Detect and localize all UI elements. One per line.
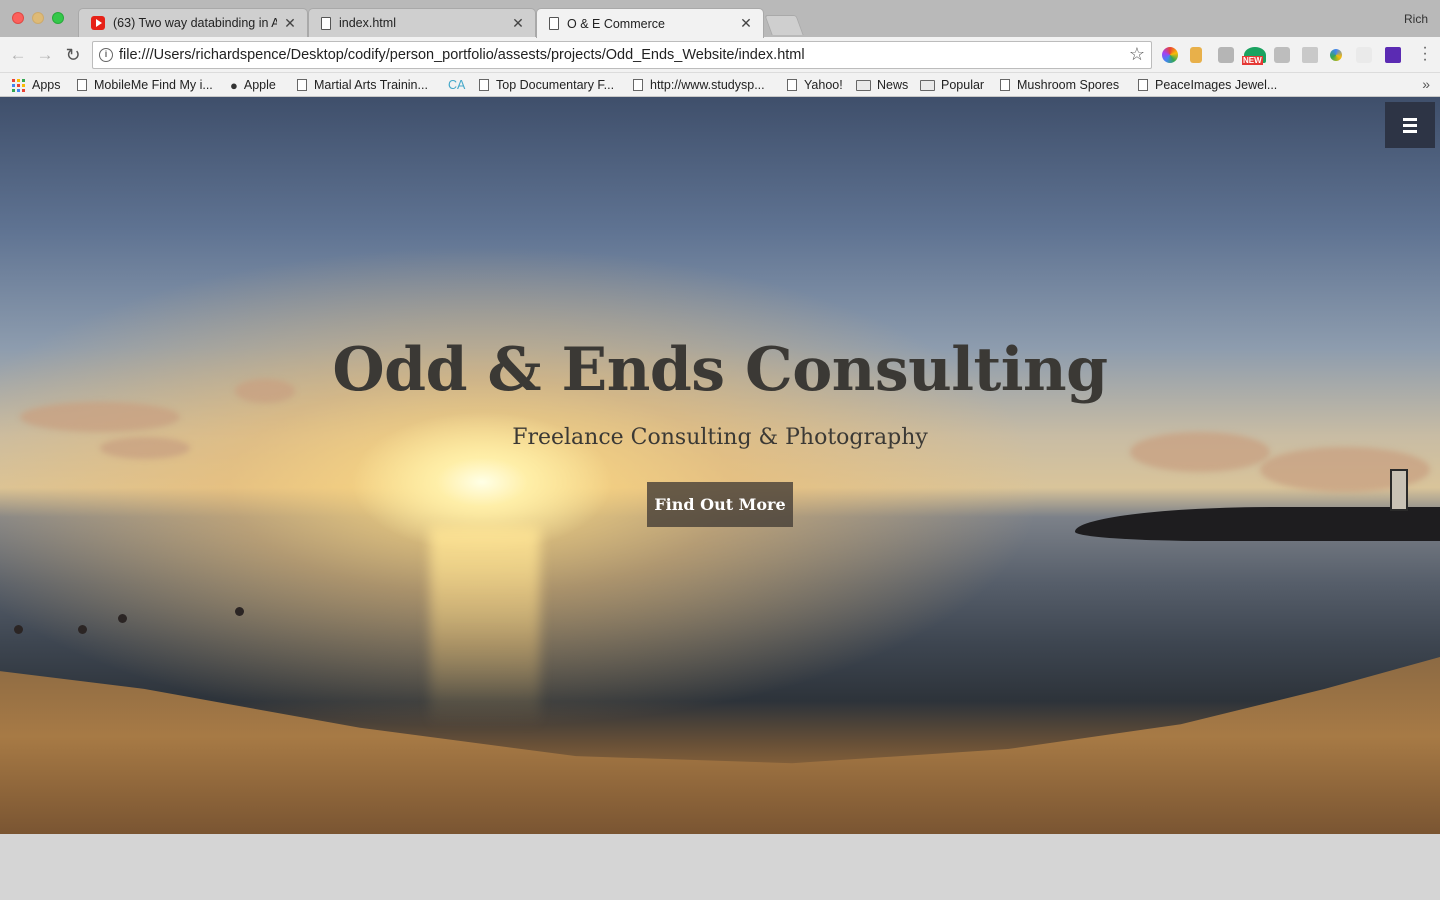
back-icon[interactable]: ←: [8, 45, 28, 65]
page-icon: [479, 79, 489, 91]
more-bookmarks-icon[interactable]: »: [1422, 76, 1430, 92]
hero-content: Odd & Ends Consulting Freelance Consulti…: [0, 97, 1440, 834]
maximize-window-button[interactable]: [52, 12, 64, 24]
bookmark-label: News: [877, 78, 909, 92]
tab-close-icon[interactable]: ✕: [511, 15, 525, 32]
bookmark-studysp[interactable]: http://www.studysp...: [633, 76, 765, 94]
bookmarks-bar: Apps MobileMe Find My i... ● Apple Marti…: [0, 73, 1440, 97]
tab-close-icon[interactable]: ✕: [739, 15, 753, 32]
bookmark-folder-popular[interactable]: Popular: [920, 76, 984, 94]
bookmark-label: Top Documentary F...: [496, 78, 615, 92]
page-icon: [633, 79, 643, 91]
hamburger-menu-button[interactable]: [1385, 102, 1435, 148]
hero-subtitle: Freelance Consulting & Photography: [512, 425, 928, 450]
page-icon: [787, 79, 797, 91]
new-badge: NEW: [1242, 56, 1263, 65]
tab-index-html[interactable]: index.html ✕: [308, 8, 536, 37]
document-icon: [549, 17, 559, 30]
reload-icon[interactable]: ↻: [63, 45, 83, 65]
apps-grid-icon: [12, 78, 25, 92]
tag-extension-icon[interactable]: [1190, 47, 1202, 63]
browser-toolbar: ← → ↻ i ☆ NEW ···: [0, 37, 1440, 73]
close-window-button[interactable]: [12, 12, 24, 24]
bookmark-apps[interactable]: Apps: [12, 76, 61, 94]
browser-menu-icon[interactable]: · · ·: [1422, 40, 1428, 68]
tab-strip: (63) Two way databinding in A ✕ index.ht…: [0, 0, 1440, 38]
bookmark-star-icon[interactable]: ☆: [1129, 44, 1145, 65]
bookmark-top-documentary[interactable]: Top Documentary F...: [479, 76, 614, 94]
find-out-more-button[interactable]: Find Out More: [647, 482, 793, 527]
bookmark-ca[interactable]: CA: [448, 76, 465, 94]
bookmark-label: Apple: [243, 78, 276, 92]
hero-section: Odd & Ends Consulting Freelance Consulti…: [0, 97, 1440, 834]
document-icon: [321, 16, 331, 30]
tab-title: index.html: [339, 16, 396, 30]
bookmark-mushroom-spores[interactable]: Mushroom Spores: [1000, 76, 1119, 94]
bookmark-label: CA: [448, 78, 466, 92]
address-bar[interactable]: i ☆: [92, 41, 1152, 69]
folder-icon: [920, 79, 935, 91]
bookmark-label: Apps: [32, 78, 61, 92]
profile-name[interactable]: Rich: [1404, 12, 1428, 26]
bookmark-mobileme[interactable]: MobileMe Find My i...: [77, 76, 213, 94]
tab-oe-commerce[interactable]: O & E Commerce ✕: [536, 8, 764, 38]
bookmark-label: Martial Arts Trainin...: [314, 78, 428, 92]
page-icon: [77, 79, 87, 91]
bookmark-label: MobileMe Find My i...: [94, 78, 213, 92]
page-icon: [1000, 79, 1010, 91]
bookmark-label: Yahoo!: [804, 78, 843, 92]
bookmark-apple[interactable]: ● Apple: [230, 76, 276, 94]
blank-extension-icon[interactable]: [1356, 47, 1372, 63]
page-icon: [297, 79, 307, 91]
bookmark-folder-news[interactable]: News: [856, 76, 908, 94]
info-icon[interactable]: i: [99, 48, 113, 62]
forward-icon[interactable]: →: [35, 45, 55, 65]
url-input[interactable]: [119, 42, 1121, 68]
minimize-window-button[interactable]: [32, 12, 44, 24]
bookmark-martial-arts[interactable]: Martial Arts Trainin...: [297, 76, 428, 94]
bookmark-peaceimages[interactable]: PeaceImages Jewel...: [1138, 76, 1277, 94]
image-extension-icon[interactable]: [1218, 47, 1234, 63]
color-extension-icon[interactable]: [1162, 47, 1178, 63]
tab-youtube[interactable]: (63) Two way databinding in A ✕: [78, 8, 308, 37]
hamburger-menu-icon: [1403, 130, 1417, 133]
page-icon: [1138, 79, 1148, 91]
w-extension-icon[interactable]: [1385, 47, 1401, 63]
hamburger-menu-icon: [1403, 124, 1417, 127]
bookmark-label: PeaceImages Jewel...: [1155, 78, 1278, 92]
new-tab-button[interactable]: [764, 15, 804, 35]
hero-title: Odd & Ends Consulting: [332, 335, 1108, 405]
apple-icon: ●: [230, 77, 238, 93]
youtube-icon: [91, 16, 105, 30]
bookmark-yahoo[interactable]: Yahoo!: [787, 76, 843, 94]
grammarly-extension-icon[interactable]: NEW: [1242, 47, 1266, 65]
hamburger-menu-icon: [1403, 118, 1417, 121]
tab-title: O & E Commerce: [567, 16, 665, 31]
bookmark-label: Mushroom Spores: [1017, 78, 1120, 92]
folder-icon: [856, 79, 871, 91]
chrome-extension-icon[interactable]: [1330, 49, 1342, 61]
photo-extension-icon[interactable]: [1274, 47, 1290, 63]
tab-close-icon[interactable]: ✕: [283, 15, 297, 32]
dropbox-extension-icon[interactable]: [1302, 47, 1318, 63]
bookmark-label: Popular: [941, 78, 985, 92]
tab-title: (63) Two way databinding in A: [113, 16, 277, 30]
bookmark-label: http://www.studysp...: [650, 78, 765, 92]
